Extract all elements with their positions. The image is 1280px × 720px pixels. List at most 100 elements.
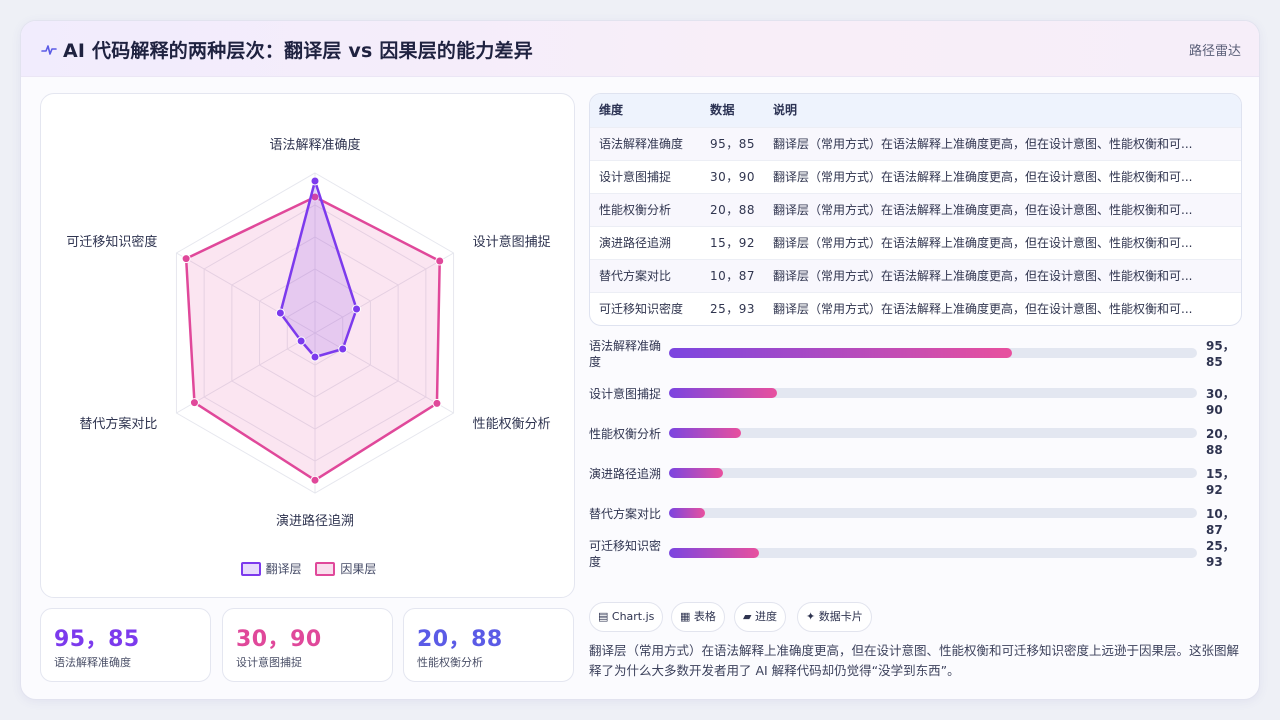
- table-header-data: 数据: [710, 103, 736, 117]
- radar-axis-label: 替代方案对比: [79, 416, 157, 432]
- table-header-row: 维度 数据 说明: [590, 94, 1241, 127]
- table-cell-dimension: 语法解释准确度: [599, 137, 684, 151]
- progress-row: 演进路径追溯 15，92: [589, 458, 1249, 497]
- table-row[interactable]: 演进路径追溯 15，92 翻译层（常用方式）在语法解释上准确度更高，但在设计意图…: [590, 226, 1241, 259]
- legend-label-series-1: 翻译层: [265, 562, 302, 576]
- radar-point-series-1: [338, 344, 348, 354]
- progress-label: 性能权衡分析: [589, 427, 662, 441]
- data-table: 维度 数据 说明 语法解释准确度 95，85 翻译层（常用方式）在语法解释上准确…: [589, 93, 1242, 326]
- stat-caption: 设计意图捕捉: [236, 656, 302, 669]
- radar-point-series-1: [310, 352, 320, 362]
- radar-axis-label: 设计意图捕捉: [473, 234, 551, 250]
- progress-label: 设计意图捕捉: [589, 387, 662, 401]
- chip-data-card[interactable]: ✦ 数据卡片: [797, 602, 872, 632]
- table-row[interactable]: 替代方案对比 10，87 翻译层（常用方式）在语法解释上准确度更高，但在设计意图…: [590, 259, 1241, 292]
- legend-item-series-2[interactable]: 因果层: [315, 560, 376, 577]
- progress-fill: [669, 428, 742, 438]
- summary-note: 翻译层（常用方式）在语法解释上准确度更高，但在设计意图、性能权衡和可迁移知识密度…: [589, 643, 1240, 678]
- progress-value: 15，92: [1206, 467, 1235, 497]
- progress-value: 25，93: [1206, 539, 1235, 569]
- progress-fill: [669, 468, 724, 478]
- table-cell-data: 15，92: [710, 236, 756, 250]
- progress-label: 演进路径追溯: [589, 467, 662, 481]
- progress-fill: [669, 388, 778, 398]
- chip-progress[interactable]: ▰ 进度: [734, 602, 786, 632]
- progress-track: [669, 508, 1197, 518]
- table-header-description: 说明: [773, 103, 798, 117]
- progress-label: 可迁移知识密度: [589, 539, 662, 569]
- stat-caption: 性能权衡分析: [417, 656, 483, 669]
- progress-fill: [669, 548, 760, 558]
- header-bar: AI 代码解释的两种层次：翻译层 vs 因果层的能力差异 路径雷达: [21, 21, 1259, 77]
- progress-label: 语法解释准确度: [589, 339, 662, 369]
- table-cell-data: 25，93: [710, 302, 756, 316]
- stat-card-perf: 20，88 性能权衡分析: [403, 608, 574, 682]
- stat-value: 95，85: [54, 627, 140, 652]
- radar-point-series-2: [432, 398, 442, 408]
- table-cell-description: 翻译层（常用方式）在语法解释上准确度更高，但在设计意图、性能权衡和可...: [773, 203, 1193, 217]
- progress-track: [669, 388, 1197, 398]
- progress-track: [669, 428, 1197, 438]
- progress-value: 30，90: [1206, 387, 1235, 417]
- radar-point-series-1: [296, 336, 306, 346]
- legend-swatch-series-2: [315, 561, 336, 576]
- table-cell-description: 翻译层（常用方式）在语法解释上准确度更高，但在设计意图、性能权衡和可...: [773, 170, 1193, 184]
- progress-track: [669, 548, 1197, 558]
- stat-card-syntax: 95，85 语法解释准确度: [40, 608, 211, 682]
- table-cell-data: 20，88: [710, 203, 756, 217]
- stat-value: 20，88: [417, 627, 503, 652]
- radar-chart-card: 语法解释准确度 设计意图捕捉 性能权衡分析 演进路径追溯 替代方案对比 可迁移知识密度 翻…: [40, 93, 575, 598]
- progress-row: 替代方案对比 10，87: [589, 498, 1249, 537]
- radar-point-series-2: [181, 254, 191, 264]
- progress-value: 20，88: [1206, 427, 1235, 457]
- progress-value: 10，87: [1206, 507, 1235, 537]
- view-tag: 路径雷达: [1188, 44, 1241, 59]
- progress-row: 可迁移知识密度 25，93: [589, 538, 1249, 574]
- progress-label: 替代方案对比: [589, 507, 662, 521]
- stat-card-intent: 30，90 设计意图捕捉: [222, 608, 393, 682]
- radar-axis-label: 可迁移知识密度: [66, 234, 157, 250]
- table-cell-description: 翻译层（常用方式）在语法解释上准确度更高，但在设计意图、性能权衡和可...: [773, 137, 1193, 151]
- table-row[interactable]: 性能权衡分析 20，88 翻译层（常用方式）在语法解释上准确度更高，但在设计意图…: [590, 193, 1241, 226]
- progress-fill: [669, 508, 705, 518]
- progress-track: [669, 468, 1197, 478]
- dashboard-frame: AI 代码解释的两种层次：翻译层 vs 因果层的能力差异 路径雷达 语法解释准确…: [20, 20, 1260, 700]
- radar-axis-label: 演进路径追溯: [276, 513, 354, 529]
- table-cell-dimension: 可迁移知识密度: [599, 302, 684, 316]
- progress-row: 性能权衡分析 20，88: [589, 418, 1249, 457]
- progress-value: 95，85: [1206, 339, 1235, 369]
- table-cell-dimension: 设计意图捕捉: [599, 170, 672, 184]
- radar-point-series-1: [352, 304, 362, 314]
- table-header-dimension: 维度: [599, 103, 624, 117]
- table-cell-dimension: 性能权衡分析: [599, 203, 672, 217]
- table-row[interactable]: 可迁移知识密度 25，93 翻译层（常用方式）在语法解释上准确度更高，但在设计意…: [590, 292, 1241, 325]
- table-row[interactable]: 设计意图捕捉 30，90 翻译层（常用方式）在语法解释上准确度更高，但在设计意图…: [590, 160, 1241, 193]
- radar-point-series-2: [435, 256, 445, 266]
- progress-track: [669, 348, 1197, 358]
- radar-axis-label: 性能权衡分析: [473, 416, 551, 432]
- radar-point-series-1: [275, 308, 285, 318]
- stat-caption: 语法解释准确度: [54, 656, 131, 669]
- table-cell-dimension: 演进路径追溯: [599, 236, 672, 250]
- radar-chart: 语法解释准确度设计意图捕捉性能权衡分析演进路径追溯 替代方案对比 可迁移知识密度: [66, 137, 551, 529]
- legend-swatch-series-1: [240, 561, 261, 576]
- legend-label-series-2: 因果层: [340, 562, 377, 576]
- table-cell-description: 翻译层（常用方式）在语法解释上准确度更高，但在设计意图、性能权衡和可...: [773, 269, 1193, 283]
- legend-item-series-1[interactable]: 翻译层: [240, 560, 302, 577]
- radar-point-series-2: [310, 475, 320, 485]
- table-cell-data: 10，87: [710, 269, 756, 283]
- chart-legend: 翻译层 因果层: [41, 560, 576, 577]
- page-title: AI 代码解释的两种层次：翻译层 vs 因果层的能力差异: [63, 40, 533, 62]
- table-cell-data: 95，85: [710, 137, 756, 151]
- chip-table[interactable]: ▦ 表格: [671, 602, 725, 632]
- pulse-icon: [41, 45, 57, 55]
- radar-point-series-2: [189, 398, 199, 408]
- progress-fill: [669, 348, 1013, 358]
- table-cell-description: 翻译层（常用方式）在语法解释上准确度更高，但在设计意图、性能权衡和可...: [773, 302, 1193, 316]
- chip-chartjs[interactable]: ▤ Chart.js: [589, 602, 664, 632]
- table-cell-data: 30，90: [710, 170, 756, 184]
- table-cell-dimension: 替代方案对比: [599, 269, 672, 283]
- table-row[interactable]: 语法解释准确度 95，85 翻译层（常用方式）在语法解释上准确度更高，但在设计意…: [590, 127, 1241, 160]
- stat-value: 30，90: [236, 627, 322, 652]
- radar-point-series-1: [310, 176, 320, 186]
